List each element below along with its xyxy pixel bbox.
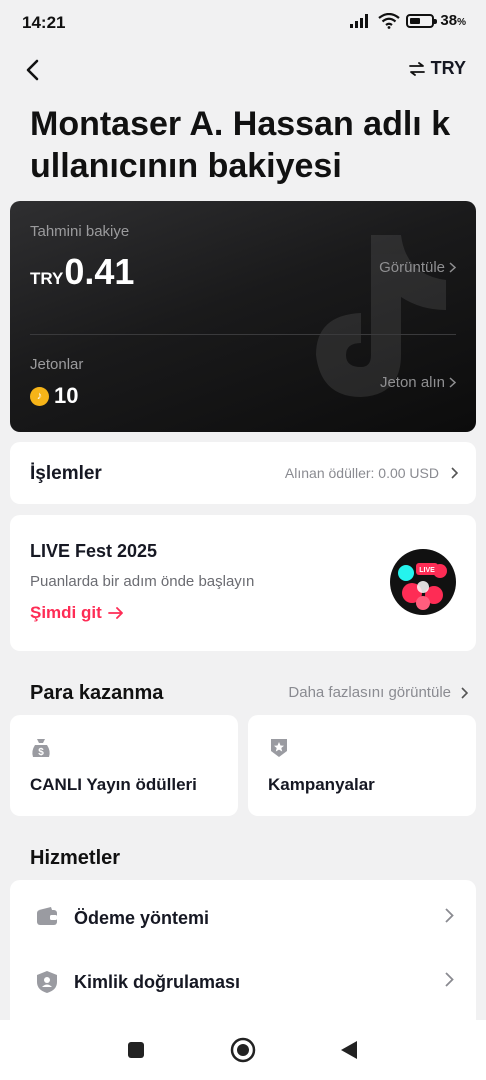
- estimated-balance-label: Tahmini bakiye: [30, 223, 130, 240]
- system-nav-bar: [0, 1020, 486, 1080]
- triangle-back-icon: [341, 1041, 357, 1059]
- top-nav: TRY: [0, 52, 486, 88]
- card-divider: [30, 334, 456, 335]
- money-bag-icon: $: [32, 739, 50, 758]
- monetization-title: Para kazanma: [30, 682, 164, 704]
- go-now-label: Şimdi git: [30, 603, 102, 622]
- status-bar: 14:21 38%: [0, 0, 486, 46]
- back-button[interactable]: [16, 54, 48, 86]
- view-more-label: Daha fazlasını görüntüle: [288, 684, 451, 701]
- transactions-row[interactable]: İşlemler Alınan ödüller: 0.00 USD: [10, 442, 476, 504]
- arrow-right-icon: [107, 607, 123, 619]
- balance-currency: TRY: [30, 269, 64, 288]
- get-coins-label: Jeton alın: [379, 374, 445, 391]
- live-badge-text: LIVE: [419, 567, 435, 574]
- square-icon: [128, 1042, 144, 1058]
- campaigns-card[interactable]: Kampanyalar: [248, 715, 476, 816]
- signal-icon: [350, 13, 369, 28]
- battery-icon: [406, 13, 438, 28]
- balance-amount: TRY 0.41: [30, 251, 134, 293]
- svg-text:$: $: [38, 747, 44, 758]
- home-button[interactable]: [227, 1034, 259, 1066]
- coins-value: 10: [54, 383, 79, 408]
- view-balance-label: Görüntüle: [379, 259, 445, 276]
- get-coins-link[interactable]: Jeton alın: [380, 374, 456, 391]
- services-card: Ödeme yöntemi Kimlik doğrulaması: [10, 880, 476, 1020]
- identity-verification-label: Kimlik doğrulaması: [74, 972, 241, 992]
- chevron-right-icon: [449, 377, 456, 388]
- live-fest-subtitle: Puanlarda bir adım önde başlayın: [30, 573, 255, 590]
- wifi-icon: [378, 12, 401, 29]
- chevron-right-icon: [451, 467, 458, 479]
- swap-icon: [408, 61, 425, 76]
- go-now-link[interactable]: Şimdi git: [30, 603, 124, 623]
- payment-method-label: Ödeme yöntemi: [74, 908, 210, 928]
- live-rewards-card[interactable]: $ CANLI Yayın ödülleri: [10, 715, 238, 816]
- campaigns-label: Kampanyalar: [268, 775, 375, 794]
- rewards-text: Alınan ödüller: 0.00 USD: [284, 465, 439, 481]
- chevron-right-icon: [449, 262, 456, 273]
- view-balance-link[interactable]: Görüntüle: [379, 259, 456, 276]
- chevron-right-icon: [445, 972, 454, 987]
- view-more-link[interactable]: Daha fazlasını görüntüle: [288, 684, 468, 701]
- badge-star-icon: [271, 739, 287, 757]
- coins-label: Jetonlar: [30, 356, 84, 373]
- battery-percent: 38%: [440, 12, 466, 29]
- status-time: 14:21: [22, 13, 66, 32]
- rewards-summary: Alınan ödüller: 0.00 USD: [285, 465, 458, 481]
- live-fest-card[interactable]: LIVE Fest 2025 Puanlarda bir adım önde b…: [10, 515, 476, 651]
- coin-icon: ♪: [30, 386, 49, 406]
- recents-button[interactable]: [120, 1034, 152, 1066]
- shield-person-icon: [37, 971, 57, 993]
- chevron-right-icon: [445, 908, 454, 923]
- currency-label: TRY: [430, 58, 466, 78]
- page-title: Montaser A. Hassan adlı kullanıcının bak…: [30, 105, 451, 185]
- identity-verification-row[interactable]: Kimlik doğrulaması: [10, 948, 476, 1012]
- balance-card: Tahmini bakiye TRY 0.41 Görüntüle Jetonl…: [10, 201, 476, 432]
- chevron-right-icon: [461, 686, 468, 699]
- live-fest-badge-icon: LIVE: [390, 549, 456, 615]
- live-rewards-label: CANLI Yayın ödülleri: [30, 775, 197, 794]
- live-fest-title: LIVE Fest 2025: [30, 541, 158, 561]
- coins-balance: ♪ 10: [30, 383, 78, 409]
- balance-value: 0.41: [64, 251, 135, 292]
- transactions-label: İşlemler: [30, 463, 102, 484]
- system-back-button[interactable]: [333, 1034, 365, 1066]
- status-icons: 38%: [350, 12, 466, 29]
- currency-switch-button[interactable]: TRY: [408, 58, 466, 79]
- back-arrow-icon: [26, 59, 39, 81]
- payment-method-row[interactable]: Ödeme yöntemi: [10, 884, 476, 948]
- services-title: Hizmetler: [30, 847, 121, 869]
- circle-icon: [230, 1037, 256, 1063]
- wallet-icon: [37, 907, 57, 925]
